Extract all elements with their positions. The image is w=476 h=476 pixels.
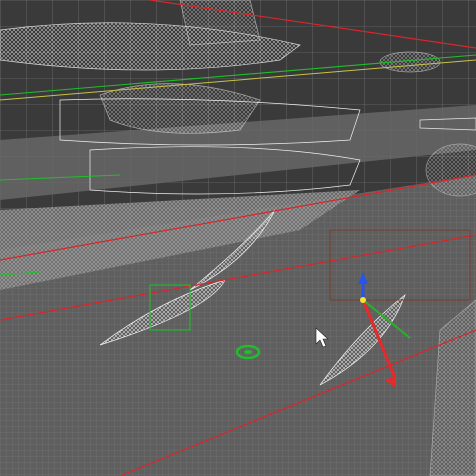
wireframe-scene[interactable] — [0, 0, 476, 476]
3d-viewport[interactable] — [0, 0, 476, 476]
